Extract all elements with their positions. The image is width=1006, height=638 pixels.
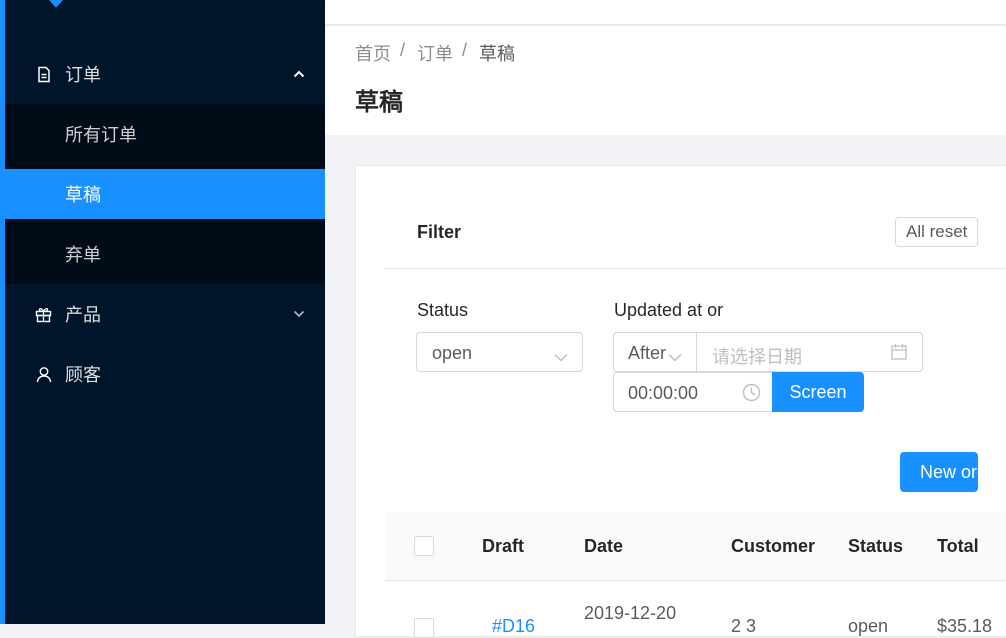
time-value: 00:00:00 bbox=[628, 383, 699, 403]
page-title: 草稿 bbox=[355, 89, 403, 116]
column-header-total[interactable]: Total bbox=[937, 536, 979, 557]
compare-select[interactable]: After bbox=[613, 332, 698, 372]
sidebar-item-customers[interactable]: 顾客 bbox=[5, 349, 325, 399]
status-label: Status bbox=[417, 300, 469, 320]
sidebar-item-label: 所有订单 bbox=[65, 125, 137, 145]
column-header-status[interactable]: Status bbox=[848, 536, 903, 557]
select-all-checkbox[interactable] bbox=[414, 536, 434, 556]
status-select[interactable]: open bbox=[416, 332, 583, 372]
draft-link[interactable]: #D16 bbox=[492, 616, 535, 637]
sidebar-item-label: 顾客 bbox=[65, 365, 101, 385]
top-bar bbox=[325, 0, 1006, 24]
column-header-draft[interactable]: Draft bbox=[482, 536, 524, 557]
filter-title: Filter bbox=[417, 222, 462, 242]
page-header: 首页 / 订单 / 草稿 草稿 bbox=[325, 26, 1006, 135]
time-picker-input[interactable]: 00:00:00 bbox=[613, 372, 773, 412]
updated-at-label: Updated at or bbox=[614, 300, 724, 320]
logo-icon bbox=[49, 0, 63, 8]
column-header-date[interactable]: Date bbox=[584, 536, 623, 557]
breadcrumb-separator: / bbox=[462, 40, 468, 60]
sidebar-item-all-orders[interactable]: 所有订单 bbox=[5, 109, 325, 159]
sidebar-item-products[interactable]: 产品 bbox=[5, 289, 325, 339]
new-order-label: New order bbox=[920, 461, 978, 482]
date-placeholder: 请选择日期 bbox=[712, 347, 802, 367]
breadcrumb-orders[interactable]: 订单 bbox=[417, 40, 453, 66]
status-select-value: open bbox=[432, 343, 473, 363]
chevron-down-icon bbox=[293, 308, 305, 320]
clock-icon bbox=[742, 383, 761, 407]
compare-select-value: After bbox=[628, 343, 667, 363]
total-cell: $35.18 bbox=[937, 616, 993, 636]
sidebar-item-drafts[interactable]: 草稿 bbox=[5, 169, 325, 219]
user-icon bbox=[35, 366, 52, 383]
date-picker-input[interactable]: 请选择日期 bbox=[696, 332, 923, 372]
all-reset-button[interactable]: All reset bbox=[895, 217, 979, 247]
gift-icon bbox=[35, 306, 52, 323]
sidebar-item-label: 草稿 bbox=[65, 185, 101, 205]
calendar-icon bbox=[891, 343, 907, 365]
sidebar-item-abandoned[interactable]: 弃单 bbox=[5, 229, 325, 279]
file-icon bbox=[35, 66, 52, 83]
table-header: Draft Date Customer Status Total bbox=[385, 512, 1006, 581]
screen-button[interactable]: Screen bbox=[772, 372, 864, 412]
chevron-down-icon bbox=[668, 346, 682, 367]
breadcrumb-current: 草稿 bbox=[479, 44, 515, 64]
breadcrumb-separator: / bbox=[400, 40, 406, 60]
filter-card: Filter All reset Status open Updated at … bbox=[355, 165, 1006, 638]
sidebar-item-label: 弃单 bbox=[65, 245, 101, 265]
customer-cell: 2 3 bbox=[731, 616, 757, 636]
date-cell: 2019-12-20 bbox=[584, 603, 677, 623]
sidebar-item-orders[interactable]: 订单 bbox=[5, 49, 325, 99]
chevron-up-icon bbox=[293, 68, 305, 80]
status-cell: open bbox=[848, 616, 889, 636]
sidebar-item-label: 产品 bbox=[65, 305, 101, 325]
sidebar: 订单 所有订单 草稿 弃单 产品 顾客 bbox=[5, 0, 325, 624]
new-order-button[interactable]: New order bbox=[900, 452, 978, 492]
column-header-customer[interactable]: Customer bbox=[731, 536, 815, 557]
chevron-down-icon bbox=[554, 346, 568, 367]
row-checkbox[interactable] bbox=[414, 618, 434, 638]
divider bbox=[385, 268, 1006, 269]
breadcrumb-home[interactable]: 首页 bbox=[355, 40, 391, 66]
sidebar-item-label: 订单 bbox=[65, 65, 101, 85]
